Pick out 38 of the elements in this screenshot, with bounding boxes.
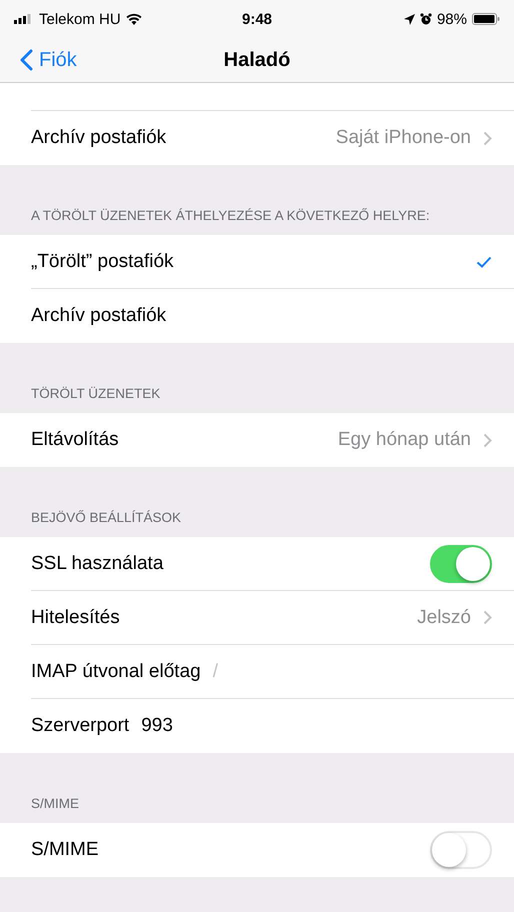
section-header: S/MIME bbox=[31, 796, 80, 811]
row-value: Jelszó bbox=[417, 606, 471, 628]
chevron-icon bbox=[483, 432, 492, 448]
carrier-name: Telekom HU bbox=[39, 10, 121, 28]
status-time: 9:48 bbox=[240, 10, 274, 28]
battery-icon bbox=[472, 13, 500, 25]
row-label: Archív postafiók bbox=[31, 127, 166, 149]
row-label: Archív postafiók bbox=[31, 305, 166, 327]
back-chevron-icon bbox=[20, 49, 33, 71]
settings-row[interactable]: SSL használata bbox=[31, 537, 514, 591]
back-button[interactable]: Fiók bbox=[0, 48, 77, 72]
row-label: Szerverport bbox=[31, 715, 130, 737]
alarm-clock-icon bbox=[420, 13, 432, 25]
section-header: BEJÖVŐ BEÁLLÍTÁSOK bbox=[31, 510, 182, 525]
wifi-icon bbox=[126, 13, 142, 25]
input-field[interactable]: 993 bbox=[141, 715, 202, 737]
battery-percent: 98% bbox=[436, 10, 467, 28]
row-label: Hitelesítés bbox=[31, 606, 120, 628]
settings-row[interactable]: Szerverport 993 bbox=[31, 699, 514, 753]
toggle-switch[interactable] bbox=[430, 544, 492, 582]
location-arrow-icon bbox=[404, 14, 415, 24]
settings-row[interactable]: „Törölt” postafiók bbox=[31, 235, 514, 289]
row-label: S/MIME bbox=[31, 839, 99, 861]
chevron-icon bbox=[483, 610, 492, 625]
row-value: Saját iPhone-on bbox=[336, 127, 471, 149]
row-label: IMAP útvonal előtag bbox=[31, 660, 201, 682]
row-label: SSL használata bbox=[31, 552, 164, 574]
row-label: Eltávolítás bbox=[31, 429, 119, 451]
row-label: „Törölt” postafiók bbox=[31, 250, 174, 272]
settings-row[interactable]: IMAP útvonal előtag / bbox=[31, 645, 514, 699]
nav-title: Haladó bbox=[222, 48, 292, 72]
settings-row[interactable]: Archív postafiók bbox=[31, 289, 514, 343]
input-field[interactable]: / bbox=[212, 660, 273, 682]
settings-row[interactable]: Hitelesítés Jelszó bbox=[31, 591, 514, 645]
row-value: Egy hónap után bbox=[338, 429, 471, 451]
section-header: TÖRÖLT ÜZENETEK bbox=[31, 386, 160, 401]
section-header: A TÖRÖLT ÜZENETEK ÁTHELYEZÉSE A KÖVETKEZŐ HELYRE: bbox=[31, 208, 430, 223]
chevron-icon bbox=[483, 130, 492, 146]
